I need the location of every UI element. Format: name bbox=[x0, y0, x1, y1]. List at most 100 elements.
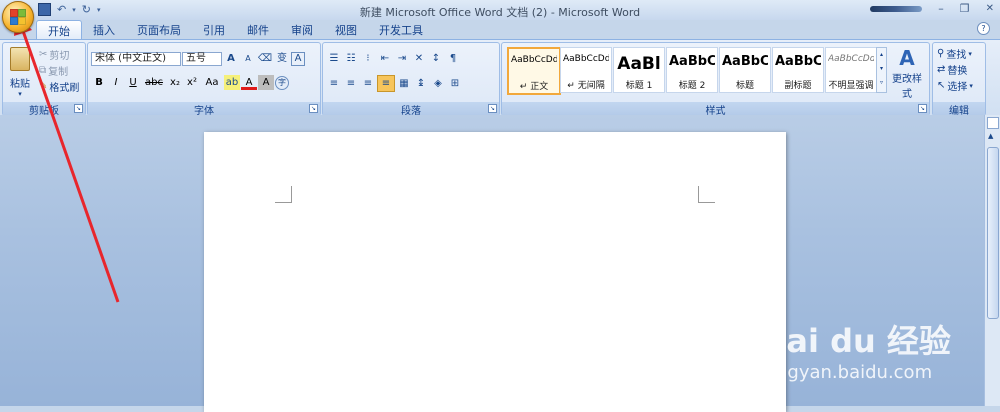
style-tile-5[interactable]: AaBbC 副标题 bbox=[772, 47, 824, 93]
style-name: ↵ 无间隔 bbox=[567, 81, 605, 91]
document-page[interactable] bbox=[204, 132, 786, 412]
binoculars-icon: ⚲ bbox=[937, 48, 945, 59]
tab-4[interactable]: 邮件 bbox=[236, 20, 280, 39]
font-launcher-icon[interactable]: ↘ bbox=[309, 104, 318, 113]
shrink-font-icon[interactable]: A bbox=[240, 51, 256, 66]
bold-button[interactable]: B bbox=[91, 75, 107, 90]
style-tile-0[interactable]: AaBbCcDd ↵ 正文 bbox=[507, 47, 561, 95]
borders-icon[interactable]: ⊞ bbox=[447, 76, 463, 91]
chinese-layout-icon[interactable]: ✕ bbox=[411, 51, 427, 66]
sort-icon[interactable]: ↕ bbox=[428, 51, 444, 66]
style-sample: AaBbC bbox=[775, 54, 821, 69]
paintbrush-icon: ✎ bbox=[39, 81, 48, 92]
cut-button[interactable]: ✂ 剪切 bbox=[39, 47, 69, 62]
font-color-button[interactable]: A bbox=[241, 75, 257, 90]
font-group: 宋体 (中文正文) 五号 A A ⌫ 变 A B I U abc x₂ x² A… bbox=[87, 42, 321, 117]
font-size-select[interactable]: 五号 bbox=[182, 51, 222, 66]
numbering-icon[interactable]: ☷ bbox=[343, 51, 359, 66]
styles-gallery-scroll[interactable]: ▴ ▾ ▿ bbox=[876, 47, 887, 93]
change-styles-icon: A bbox=[899, 46, 915, 70]
copy-button[interactable]: ⧉ 复制 bbox=[39, 63, 68, 78]
multilevel-list-icon[interactable]: ⁝ bbox=[360, 51, 376, 66]
tab-7[interactable]: 开发工具 bbox=[368, 20, 434, 39]
phonetic-guide-icon[interactable]: 变 bbox=[274, 51, 290, 66]
show-marks-icon[interactable]: ¶ bbox=[445, 51, 461, 66]
font-name-select[interactable]: 宋体 (中文正文) bbox=[91, 51, 181, 66]
change-styles-button[interactable]: A 更改样式 ▾ bbox=[888, 46, 926, 108]
clipboard-icon bbox=[10, 47, 30, 71]
vertical-scrollbar[interactable]: ▲ bbox=[984, 115, 1000, 406]
style-tile-1[interactable]: AaBbCcDd ↵ 无间隔 bbox=[560, 47, 612, 93]
tab-5[interactable]: 审阅 bbox=[280, 20, 324, 39]
window-title: 新建 Microsoft Office Word 文档 (2) - Micros… bbox=[359, 6, 641, 19]
bullets-icon[interactable]: ☰ bbox=[326, 51, 342, 66]
clipboard-launcher-icon[interactable]: ↘ bbox=[74, 104, 83, 113]
tab-1[interactable]: 插入 bbox=[82, 20, 126, 39]
style-tile-3[interactable]: AaBbC 标题 2 bbox=[666, 47, 718, 93]
cut-label: 剪切 bbox=[49, 51, 70, 62]
paragraph-group-label: 段落 bbox=[323, 102, 499, 117]
styles-launcher-icon[interactable]: ↘ bbox=[918, 104, 927, 113]
style-sample: AaBbCcDd bbox=[511, 55, 557, 65]
superscript-button[interactable]: x² bbox=[184, 75, 200, 90]
paragraph-launcher-icon[interactable]: ↘ bbox=[488, 104, 497, 113]
scroll-up-icon[interactable]: ▲ bbox=[988, 132, 993, 140]
margin-mark-top-right bbox=[698, 186, 715, 203]
strikethrough-button[interactable]: abc bbox=[142, 75, 166, 90]
clear-formatting-icon[interactable]: ⌫ bbox=[257, 51, 273, 66]
editing-group: ⚲ 查找 ▾ ⇄ 替换 ↖ 选择 ▾ 编辑 bbox=[932, 42, 986, 117]
editing-group-label: 编辑 bbox=[933, 102, 985, 117]
baidu-url-text: jingyan.baidu.com bbox=[766, 362, 933, 383]
style-sample: AaBbCcDd bbox=[563, 54, 609, 64]
tab-0[interactable]: 开始 bbox=[36, 20, 82, 39]
tab-3[interactable]: 引用 bbox=[192, 20, 236, 39]
help-icon[interactable]: ? bbox=[977, 22, 990, 35]
align-right-icon[interactable]: ≡ bbox=[360, 76, 376, 91]
scrollbar-thumb[interactable] bbox=[987, 147, 999, 319]
shading-icon[interactable]: ◈ bbox=[430, 76, 446, 91]
scissors-icon: ✂ bbox=[39, 49, 48, 60]
tab-2[interactable]: 页面布局 bbox=[126, 20, 192, 39]
distributed-icon[interactable]: ▦ bbox=[396, 76, 412, 91]
underline-button[interactable]: U bbox=[125, 75, 141, 90]
character-shading-button[interactable]: A bbox=[258, 75, 274, 90]
find-button[interactable]: ⚲ 查找 ▾ bbox=[937, 46, 972, 61]
decrease-indent-icon[interactable]: ⇤ bbox=[377, 51, 393, 66]
enclose-characters-button[interactable]: 字 bbox=[275, 75, 289, 90]
baidu-brand-text: Bai du 经验 bbox=[762, 322, 951, 360]
restore-button[interactable]: ❐ bbox=[960, 2, 970, 15]
font-size-value: 五号 bbox=[186, 52, 206, 64]
grow-font-icon[interactable]: A bbox=[223, 51, 239, 66]
change-case-button[interactable]: Aa bbox=[201, 75, 223, 90]
subscript-button[interactable]: x₂ bbox=[167, 75, 183, 90]
margin-mark-top-left bbox=[275, 186, 292, 203]
close-button[interactable]: ✕ bbox=[986, 3, 994, 14]
clipboard-group-label: 剪贴板 bbox=[3, 102, 85, 117]
italic-button[interactable]: I bbox=[108, 75, 124, 90]
style-tile-6[interactable]: AaBbCcDd 不明显强调 bbox=[825, 47, 877, 93]
line-spacing-icon[interactable]: ↨ bbox=[413, 76, 429, 91]
style-tile-2[interactable]: AaBl 标题 1 bbox=[613, 47, 665, 93]
align-left-icon[interactable]: ≡ bbox=[326, 76, 342, 91]
highlight-button[interactable]: ab bbox=[224, 75, 240, 90]
tab-6[interactable]: 视图 bbox=[324, 20, 368, 39]
minimize-button[interactable]: – bbox=[938, 2, 944, 15]
style-sample: AaBl bbox=[617, 54, 661, 74]
replace-button[interactable]: ⇄ 替换 bbox=[937, 62, 967, 77]
style-tile-4[interactable]: AaBbC 标题 bbox=[719, 47, 771, 93]
justify-icon[interactable]: ≡ bbox=[377, 75, 395, 92]
paragraph-group: ☰ ☷ ⁝ ⇤ ⇥ ✕ ↕ ¶ ≡ ≡ ≡ ≡ ▦ ↨ ◈ ⊞ 段落 ↘ bbox=[322, 42, 500, 117]
increase-indent-icon[interactable]: ⇥ bbox=[394, 51, 410, 66]
paste-button[interactable]: 粘贴 ▾ bbox=[7, 47, 33, 98]
ribbon-tabs: 开始 插入 页面布局 引用 邮件 审阅 视图 开发工具 bbox=[36, 20, 434, 39]
office-button[interactable] bbox=[2, 1, 34, 33]
find-dropdown-icon: ▾ bbox=[968, 49, 972, 58]
baidu-watermark: Bai du 经验 jingyan.baidu.com bbox=[758, 298, 958, 398]
ruler-toggle-icon[interactable] bbox=[987, 117, 999, 129]
align-center-icon[interactable]: ≡ bbox=[343, 76, 359, 91]
select-button[interactable]: ↖ 选择 ▾ bbox=[937, 78, 973, 93]
cursor-icon: ↖ bbox=[937, 80, 946, 91]
select-label: 选择 bbox=[947, 82, 968, 93]
character-border-icon[interactable]: A bbox=[291, 51, 305, 66]
format-painter-button[interactable]: ✎ 格式刷 bbox=[39, 79, 79, 94]
